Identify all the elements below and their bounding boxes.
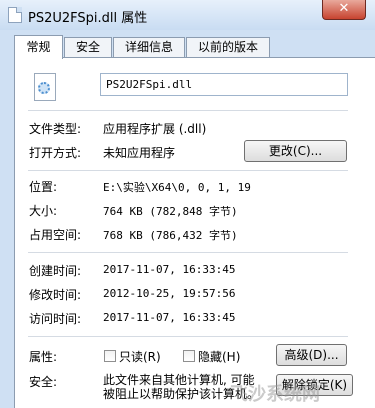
- readonly-checkbox[interactable]: [104, 350, 116, 362]
- file-type-label: 文件类型:: [29, 122, 82, 136]
- size-label: 大小:: [29, 204, 58, 218]
- dll-file-icon: [34, 73, 56, 101]
- separator: [28, 252, 348, 253]
- accessed-label: 访问时间:: [29, 312, 82, 326]
- tab-strip: 常规 安全 详细信息 以前的版本: [14, 35, 374, 59]
- security-label: 安全:: [29, 375, 58, 389]
- modified-label: 修改时间:: [29, 288, 82, 302]
- tab-details[interactable]: 详细信息: [113, 37, 185, 57]
- hidden-label[interactable]: 隐藏(H): [198, 348, 240, 365]
- file-icon: [8, 7, 22, 23]
- created-label: 创建时间:: [29, 264, 82, 278]
- attributes-label: 属性:: [29, 350, 58, 364]
- file-name-input[interactable]: PS2U2FSpi.dll: [100, 73, 348, 96]
- advanced-button[interactable]: 高级(D)...: [276, 344, 347, 366]
- created-value: 2017-11-07, 16:33:45: [103, 263, 236, 276]
- disk-size-label: 占用空间:: [29, 228, 82, 242]
- separator: [28, 336, 348, 337]
- watermark: 飞沙系统网: [230, 384, 320, 405]
- disk-size-value: 768 KB (786,432 字节): [103, 229, 238, 242]
- modified-value: 2012-10-25, 19:57:56: [103, 287, 236, 300]
- readonly-label[interactable]: 只读(R): [119, 348, 161, 365]
- tab-general[interactable]: 常规: [14, 35, 63, 59]
- gear-icon: [38, 82, 50, 94]
- title-bar: PS2U2FSpi.dll 属性 ✕: [0, 0, 375, 30]
- separator: [28, 110, 348, 111]
- file-type-value: 应用程序扩展 (.dll): [103, 122, 207, 136]
- window-title: PS2U2FSpi.dll 属性: [28, 11, 148, 26]
- accessed-value: 2017-11-07, 16:33:45: [103, 311, 236, 324]
- change-button[interactable]: 更改(C)...: [244, 140, 347, 162]
- tab-previous-versions[interactable]: 以前的版本: [186, 37, 270, 57]
- open-with-label: 打开方式:: [29, 146, 82, 160]
- location-label: 位置:: [29, 180, 58, 194]
- close-button[interactable]: ✕: [322, 0, 366, 20]
- location-value: E:\实验\X64\0, 0, 1, 19: [103, 181, 251, 194]
- separator: [28, 170, 348, 171]
- hidden-checkbox[interactable]: [183, 350, 195, 362]
- tab-security[interactable]: 安全: [64, 37, 112, 57]
- open-with-value: 未知应用程序: [103, 146, 176, 160]
- size-value: 764 KB (782,848 字节): [103, 205, 238, 218]
